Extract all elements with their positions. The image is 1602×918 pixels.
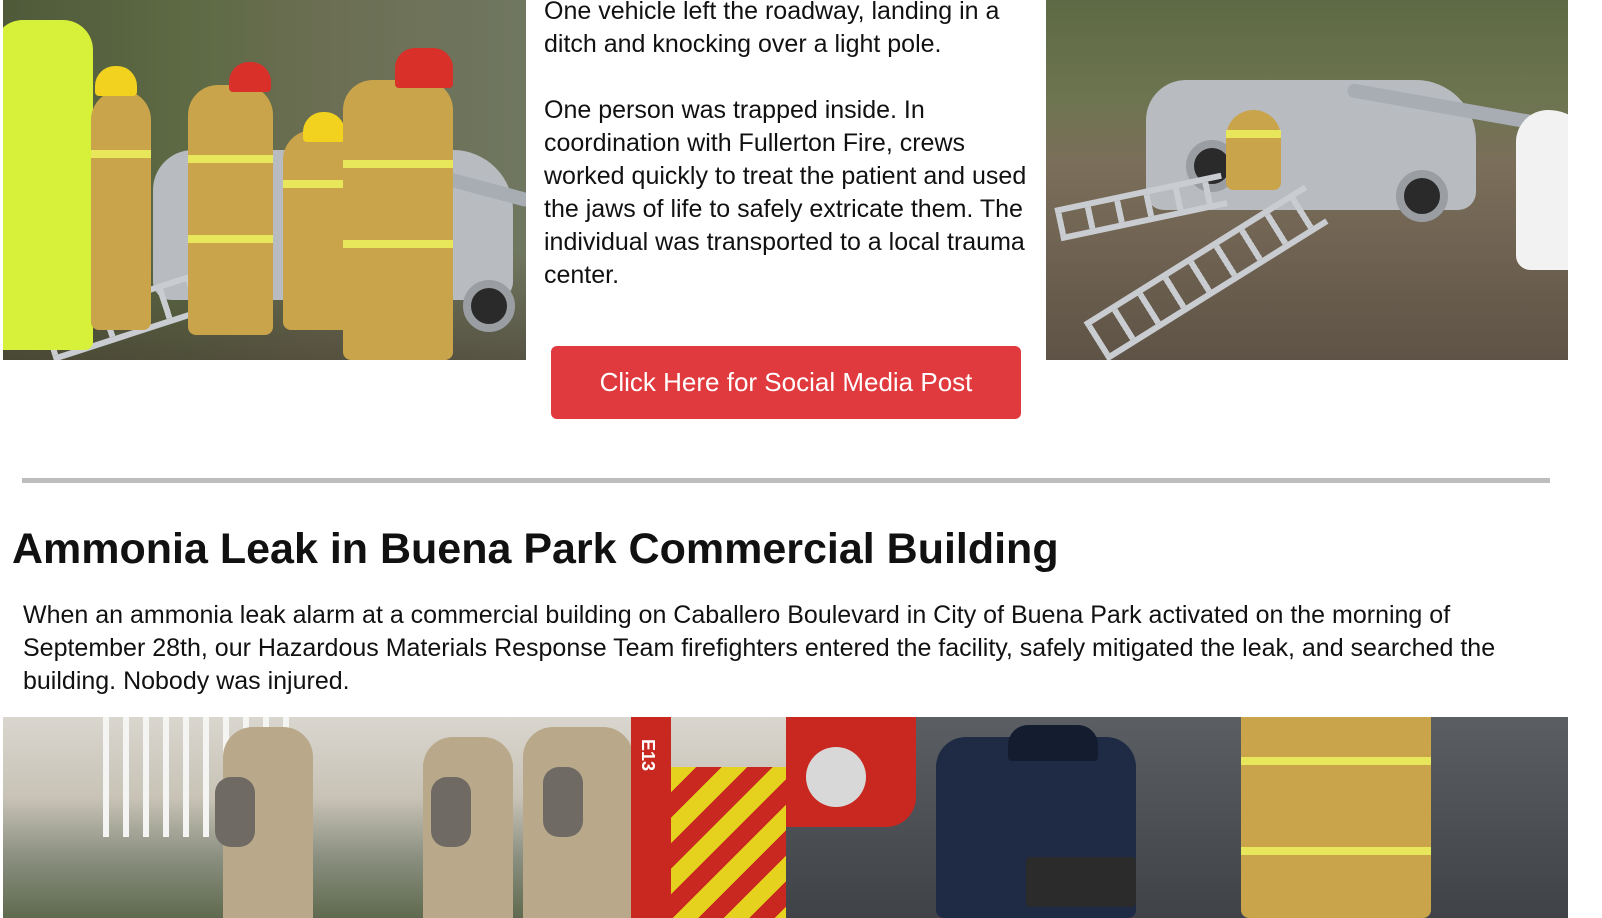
truck-light — [806, 747, 866, 807]
firefighter — [91, 90, 151, 330]
hazmat-paragraph: When an ammonia leak alarm at a commerci… — [23, 601, 1496, 695]
firefighter — [188, 85, 273, 335]
hazmat-heading: Ammonia Leak in Buena Park Commercial Bu… — [12, 525, 1059, 573]
cap — [1008, 725, 1098, 761]
air-tank — [215, 777, 255, 847]
white-car — [1516, 110, 1568, 270]
air-tank — [431, 777, 471, 847]
helmet — [395, 48, 453, 88]
engine-label: E13 — [638, 739, 658, 772]
helmet — [229, 62, 271, 92]
car-wheel — [1396, 170, 1448, 222]
hazmat-team-photo: E13 — [3, 717, 786, 918]
air-tank — [543, 767, 583, 837]
social-media-post-button[interactable]: Click Here for Social Media Post — [551, 346, 1021, 419]
gas-meter — [1026, 857, 1136, 907]
crash-scene-photo — [1046, 0, 1568, 360]
crash-paragraph-1: One vehicle left the roadway, landing in… — [544, 0, 1000, 58]
helmet — [303, 112, 345, 142]
fire-engine-side: E13 — [631, 717, 671, 918]
crash-paragraph-2: One person was trapped inside. In coordi… — [544, 96, 1027, 289]
ladder — [1054, 172, 1228, 242]
section-divider — [22, 478, 1550, 483]
firefighter — [343, 80, 453, 360]
helmet — [95, 66, 137, 96]
firefighter — [3, 20, 93, 350]
firefighter — [1226, 110, 1281, 190]
rescue-photo — [3, 0, 526, 360]
car-wheel — [463, 280, 515, 332]
hazmat-technician-photo — [786, 717, 1568, 918]
firefighter — [1241, 717, 1431, 918]
engine-chevrons — [671, 767, 786, 918]
